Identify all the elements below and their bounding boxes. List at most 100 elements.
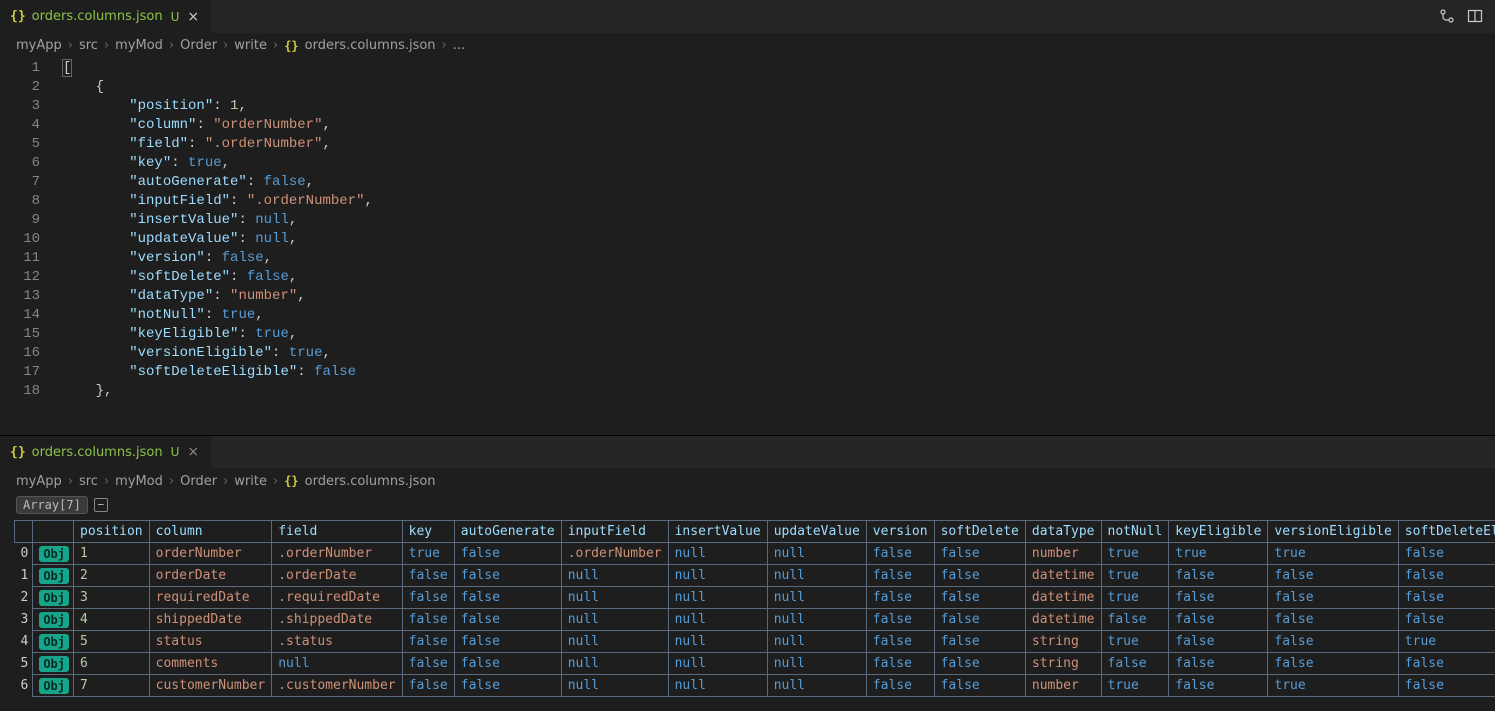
- table-cell[interactable]: datetime: [1025, 609, 1101, 631]
- table-cell[interactable]: false: [1169, 631, 1268, 653]
- table-cell[interactable]: .orderNumber: [561, 543, 668, 565]
- breadcrumb-segment[interactable]: src: [79, 474, 98, 489]
- table-cell[interactable]: false: [1268, 587, 1398, 609]
- table-cell[interactable]: 7: [74, 675, 150, 697]
- table-cell[interactable]: 6: [74, 653, 150, 675]
- table-cell[interactable]: number: [1025, 543, 1101, 565]
- column-header[interactable]: softDelete: [934, 521, 1025, 543]
- table-cell[interactable]: true: [1101, 565, 1169, 587]
- table-cell[interactable]: .shippedDate: [272, 609, 402, 631]
- table-cell[interactable]: false: [866, 631, 934, 653]
- table-cell[interactable]: null: [767, 653, 866, 675]
- table-cell[interactable]: 1: [74, 543, 150, 565]
- table-cell[interactable]: true: [1101, 631, 1169, 653]
- table-cell[interactable]: false: [1101, 609, 1169, 631]
- table-cell[interactable]: null: [561, 675, 668, 697]
- code-line[interactable]: "insertValue": null,: [62, 211, 1495, 230]
- table-cell[interactable]: false: [454, 565, 561, 587]
- table-cell[interactable]: true: [1101, 587, 1169, 609]
- table-cell[interactable]: 2: [74, 565, 150, 587]
- column-header[interactable]: notNull: [1101, 521, 1169, 543]
- table-cell[interactable]: true: [1101, 675, 1169, 697]
- table-cell[interactable]: false: [866, 587, 934, 609]
- object-pill[interactable]: Obj: [39, 656, 69, 672]
- table-cell[interactable]: false: [934, 587, 1025, 609]
- table-cell[interactable]: null: [561, 609, 668, 631]
- breadcrumb-segment[interactable]: write: [234, 474, 267, 489]
- breadcrumb-segment[interactable]: Order: [180, 474, 217, 489]
- column-header[interactable]: position: [74, 521, 150, 543]
- object-pill[interactable]: Obj: [39, 678, 69, 694]
- column-header[interactable]: dataType: [1025, 521, 1101, 543]
- tab-close-button[interactable]: ×: [185, 9, 201, 25]
- table-cell[interactable]: string: [1025, 653, 1101, 675]
- compare-changes-icon[interactable]: [1439, 8, 1455, 24]
- table-cell[interactable]: comments: [149, 653, 272, 675]
- table-cell[interactable]: true: [402, 543, 454, 565]
- table-cell[interactable]: orderNumber: [149, 543, 272, 565]
- table-cell[interactable]: false: [1398, 587, 1495, 609]
- table-cell[interactable]: number: [1025, 675, 1101, 697]
- table-cell[interactable]: null: [561, 565, 668, 587]
- table-cell[interactable]: false: [866, 565, 934, 587]
- code-line[interactable]: "dataType": "number",: [62, 287, 1495, 306]
- table-cell[interactable]: customerNumber: [149, 675, 272, 697]
- table-cell[interactable]: null: [668, 675, 767, 697]
- column-header[interactable]: version: [866, 521, 934, 543]
- table-cell[interactable]: null: [767, 609, 866, 631]
- column-header[interactable]: keyEligible: [1169, 521, 1268, 543]
- column-header[interactable]: updateValue: [767, 521, 866, 543]
- table-cell[interactable]: false: [1169, 565, 1268, 587]
- table-cell[interactable]: false: [1101, 653, 1169, 675]
- table-cell[interactable]: false: [1398, 609, 1495, 631]
- table-cell[interactable]: false: [1268, 609, 1398, 631]
- table-cell[interactable]: false: [1169, 609, 1268, 631]
- table-cell[interactable]: true: [1398, 631, 1495, 653]
- table-cell[interactable]: false: [1169, 675, 1268, 697]
- column-header[interactable]: column: [149, 521, 272, 543]
- breadcrumb-file[interactable]: orders.columns.json: [305, 38, 436, 53]
- table-cell[interactable]: null: [668, 543, 767, 565]
- table-cell[interactable]: .status: [272, 631, 402, 653]
- column-header[interactable]: insertValue: [668, 521, 767, 543]
- table-cell[interactable]: false: [1398, 675, 1495, 697]
- table-cell[interactable]: false: [934, 565, 1025, 587]
- code-line[interactable]: "version": false,: [62, 249, 1495, 268]
- collapse-button[interactable]: −: [94, 498, 108, 512]
- table-cell[interactable]: false: [402, 587, 454, 609]
- table-cell[interactable]: null: [668, 609, 767, 631]
- table-cell[interactable]: null: [668, 653, 767, 675]
- table-cell[interactable]: requiredDate: [149, 587, 272, 609]
- table-cell[interactable]: null: [668, 631, 767, 653]
- table-cell[interactable]: true: [1268, 675, 1398, 697]
- object-pill[interactable]: Obj: [39, 546, 69, 562]
- table-cell[interactable]: false: [934, 543, 1025, 565]
- array-length-pill[interactable]: Array[7]: [16, 496, 88, 514]
- code-line[interactable]: "field": ".orderNumber",: [62, 135, 1495, 154]
- table-cell[interactable]: false: [454, 675, 561, 697]
- table-cell[interactable]: false: [454, 631, 561, 653]
- code-line[interactable]: "softDeleteEligible": false: [62, 363, 1495, 382]
- table-cell[interactable]: false: [934, 675, 1025, 697]
- table-cell[interactable]: false: [866, 653, 934, 675]
- table-cell[interactable]: null: [668, 565, 767, 587]
- table-cell[interactable]: false: [1268, 565, 1398, 587]
- table-cell[interactable]: false: [454, 609, 561, 631]
- breadcrumb-segment[interactable]: write: [234, 38, 267, 53]
- table-cell[interactable]: false: [454, 543, 561, 565]
- table-cell[interactable]: null: [561, 653, 668, 675]
- table-cell[interactable]: false: [454, 587, 561, 609]
- table-cell[interactable]: false: [402, 631, 454, 653]
- column-header[interactable]: inputField: [561, 521, 668, 543]
- code-line[interactable]: "inputField": ".orderNumber",: [62, 192, 1495, 211]
- breadcrumb-segment[interactable]: Order: [180, 38, 217, 53]
- table-cell[interactable]: 3: [74, 587, 150, 609]
- column-header[interactable]: versionEligible: [1268, 521, 1398, 543]
- table-cell[interactable]: null: [561, 631, 668, 653]
- object-pill[interactable]: Obj: [39, 612, 69, 628]
- table-cell[interactable]: shippedDate: [149, 609, 272, 631]
- table-cell[interactable]: null: [272, 653, 402, 675]
- table-cell[interactable]: false: [1268, 653, 1398, 675]
- code-line[interactable]: "versionEligible": true,: [62, 344, 1495, 363]
- tab-orders-columns[interactable]: {} orders.columns.json U ×: [0, 0, 212, 33]
